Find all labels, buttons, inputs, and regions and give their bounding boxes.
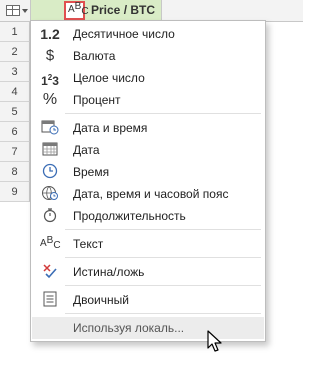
text-type-icon: ABC: [40, 235, 61, 251]
datetime-icon: [40, 119, 60, 137]
row-number[interactable]: 9: [0, 182, 30, 202]
menu-item-label: Дата и время: [73, 121, 148, 135]
menu-item-percent[interactable]: % Процент: [32, 89, 264, 111]
column-header[interactable]: ABC Price / BTC: [31, 0, 188, 22]
data-type-button[interactable]: ABC: [64, 1, 89, 20]
menu-item-binary[interactable]: Двоичный: [32, 289, 264, 311]
menu-separator: [65, 313, 261, 314]
menu-item-label: Текст: [73, 237, 104, 251]
chevron-down-icon[interactable]: [22, 9, 28, 13]
header-empty-area: [162, 0, 303, 22]
true-false-icon: [40, 263, 60, 281]
menu-item-date[interactable]: Дата: [32, 139, 264, 161]
time-icon: [40, 163, 60, 181]
menu-item-label: Используя локаль...: [73, 321, 185, 335]
duration-icon: [40, 207, 60, 225]
menu-item-label: Целое число: [73, 71, 145, 85]
data-type-menu: 1.2 Десятичное число $ Валюта 123 Целое …: [30, 20, 266, 342]
decimal-number-icon: 1.2: [40, 26, 60, 42]
menu-item-using-locale[interactable]: Используя локаль...: [32, 317, 264, 339]
row-number[interactable]: 7: [0, 142, 30, 162]
date-icon: [40, 141, 60, 159]
table-icon[interactable]: [6, 5, 20, 16]
menu-item-text[interactable]: ABC Текст: [32, 233, 264, 255]
menu-separator: [65, 113, 261, 114]
menu-item-label: Дата: [73, 143, 100, 157]
row-number[interactable]: 4: [0, 82, 30, 102]
menu-item-time[interactable]: Время: [32, 161, 264, 183]
row-number-column: 1 2 3 4 5 6 7 8 9: [0, 22, 30, 202]
row-number[interactable]: 5: [0, 102, 30, 122]
menu-item-datetimezone[interactable]: Дата, время и часовой пояс: [32, 183, 264, 205]
menu-separator: [65, 229, 261, 230]
table-header-corner[interactable]: [0, 0, 31, 22]
menu-item-label: Десятичное число: [73, 27, 175, 41]
menu-item-duration[interactable]: Продолжительность: [32, 205, 264, 227]
row-number[interactable]: 3: [0, 62, 30, 82]
binary-icon: [40, 291, 60, 309]
menu-item-label: Дата, время и часовой пояс: [73, 187, 229, 201]
menu-item-label: Истина/ложь: [73, 265, 145, 279]
menu-item-label: Валюта: [73, 49, 116, 63]
abc-text-type-icon: ABC: [68, 1, 89, 17]
percent-icon: %: [42, 91, 58, 108]
menu-item-whole-number[interactable]: 123 Целое число: [32, 67, 264, 89]
menu-item-label: Продолжительность: [73, 209, 186, 223]
row-number[interactable]: 2: [0, 42, 30, 62]
menu-item-label: Время: [73, 165, 110, 179]
row-number[interactable]: 6: [0, 122, 30, 142]
menu-item-label: Двоичный: [73, 293, 129, 307]
mouse-pointer-icon: [207, 330, 222, 352]
datetimezone-icon: [40, 185, 60, 203]
menu-item-decimal[interactable]: 1.2 Десятичное число: [32, 23, 264, 45]
menu-item-currency[interactable]: $ Валюта: [32, 45, 264, 67]
row-number[interactable]: 1: [0, 22, 30, 42]
whole-number-icon: 123: [41, 73, 59, 88]
currency-icon: $: [45, 47, 55, 64]
menu-separator: [65, 285, 261, 286]
menu-item-label: Процент: [73, 93, 121, 107]
menu-separator: [65, 257, 261, 258]
row-number[interactable]: 8: [0, 162, 30, 182]
menu-item-datetime[interactable]: Дата и время: [32, 117, 264, 139]
column-title: Price / BTC: [91, 3, 156, 17]
menu-item-true-false[interactable]: Истина/ложь: [32, 261, 264, 283]
